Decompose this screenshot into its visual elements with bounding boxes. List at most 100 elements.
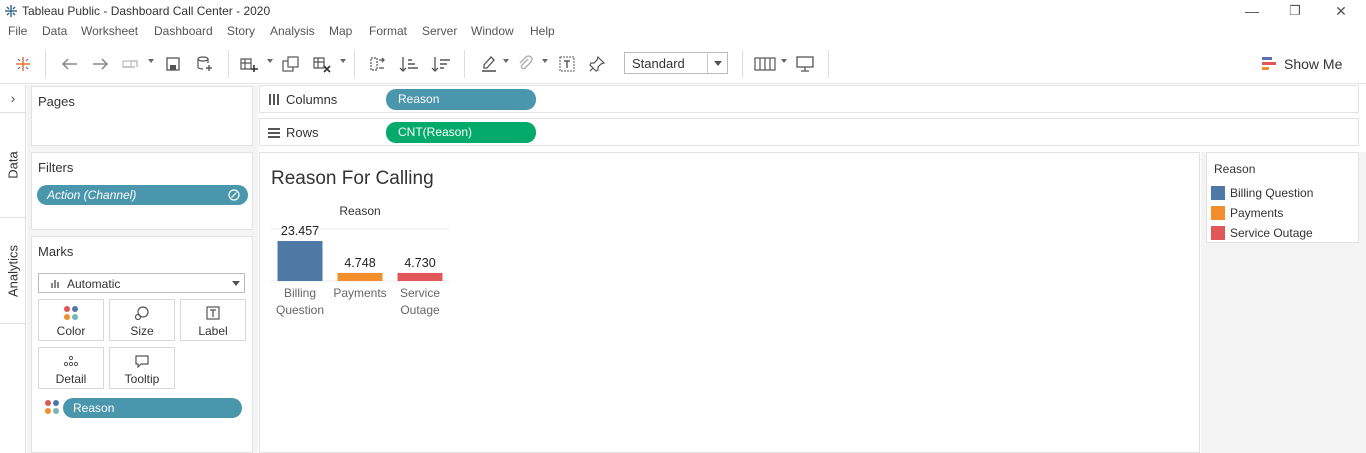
columns-pill[interactable]: Reason xyxy=(386,89,536,110)
group-dropdown-caret[interactable] xyxy=(542,59,548,63)
columns-label: Columns xyxy=(286,92,338,107)
legend-title: Reason xyxy=(1214,162,1256,176)
show-me-button[interactable]: Show Me xyxy=(1262,54,1342,74)
mark-type-select[interactable]: Automatic xyxy=(38,273,245,293)
left-panels: Pages Filters Action (Channel) Marks Aut… xyxy=(27,85,258,453)
menu-data[interactable]: Data xyxy=(42,24,67,38)
category-label: Service xyxy=(400,286,440,300)
redo-icon[interactable] xyxy=(90,54,112,74)
group-members-icon[interactable] xyxy=(514,54,536,74)
menu-story[interactable]: Story xyxy=(227,24,255,38)
category-label: Billing xyxy=(284,286,316,300)
link-icon xyxy=(228,189,240,201)
show-cards-dropdown-caret[interactable] xyxy=(781,59,787,63)
detail-card-label: Detail xyxy=(55,372,87,386)
clear-sheet-icon[interactable] xyxy=(311,54,333,74)
legend-item[interactable]: Service Outage xyxy=(1211,225,1313,241)
fix-axes-pin-icon[interactable] xyxy=(586,54,608,74)
highlight-dropdown-caret[interactable] xyxy=(503,59,509,63)
minimize-button[interactable]: — xyxy=(1238,2,1266,20)
new-data-source-icon[interactable] xyxy=(194,54,216,74)
category-label: Outage xyxy=(400,303,440,317)
color-card[interactable]: Color xyxy=(38,299,104,341)
bar[interactable] xyxy=(397,272,443,281)
toolbar-separator xyxy=(228,50,229,78)
pages-panel[interactable]: Pages xyxy=(31,86,253,146)
tab-analytics[interactable]: Analytics xyxy=(0,218,26,324)
toolbar-separator xyxy=(828,50,829,78)
pages-title: Pages xyxy=(38,94,75,109)
replay-dropdown-caret[interactable] xyxy=(148,59,154,63)
window-title: Tableau Public - Dashboard Call Center -… xyxy=(22,4,271,18)
rows-pill[interactable]: CNT(Reason) xyxy=(386,122,536,143)
new-worksheet-icon[interactable] xyxy=(238,54,260,74)
menu-help[interactable]: Help xyxy=(530,24,555,38)
menu-analysis[interactable]: Analysis xyxy=(270,24,315,38)
show-me-icon xyxy=(1262,57,1276,70)
save-icon[interactable] xyxy=(162,54,184,74)
rows-label: Rows xyxy=(286,125,319,140)
columns-icon xyxy=(269,94,279,105)
tableau-home-icon[interactable] xyxy=(12,54,34,74)
tab-data[interactable]: Data xyxy=(0,113,26,218)
legend-item[interactable]: Payments xyxy=(1211,205,1283,221)
tab-analytics-label: Analytics xyxy=(5,244,21,297)
legend-swatch xyxy=(1211,186,1225,200)
tableau-logo-icon xyxy=(5,5,17,17)
color-card-label: Color xyxy=(56,324,86,338)
duplicate-sheet-icon[interactable] xyxy=(280,54,302,74)
filters-panel[interactable]: Filters Action (Channel) xyxy=(31,152,253,230)
label-card[interactable]: Label xyxy=(180,299,246,341)
show-cards-icon[interactable] xyxy=(754,54,776,74)
highlight-icon[interactable] xyxy=(478,54,500,74)
sort-descending-icon[interactable] xyxy=(430,54,452,74)
fit-select[interactable]: Standard xyxy=(624,52,728,74)
menu-server[interactable]: Server xyxy=(422,24,457,38)
bar[interactable] xyxy=(277,241,323,281)
menu-worksheet[interactable]: Worksheet xyxy=(81,24,138,38)
color-icon xyxy=(64,306,78,320)
menu-format[interactable]: Format xyxy=(369,24,407,38)
columns-shelf[interactable]: Columns Reason xyxy=(259,85,1359,113)
side-tab-strip: › Data Analytics xyxy=(0,85,26,453)
close-button[interactable]: ✕ xyxy=(1327,2,1355,20)
label-card-label: Label xyxy=(198,324,228,338)
presentation-mode-icon[interactable] xyxy=(794,54,816,74)
legend-swatch xyxy=(1211,226,1225,240)
swap-rows-columns-icon[interactable] xyxy=(366,54,388,74)
new-worksheet-dropdown-caret[interactable] xyxy=(267,59,273,63)
menu-file[interactable]: File xyxy=(8,24,27,38)
tooltip-card-label: Tooltip xyxy=(124,372,160,386)
filter-pill-label: Action (Channel) xyxy=(47,188,137,202)
rows-shelf[interactable]: Rows CNT(Reason) xyxy=(259,118,1359,146)
bar-chart[interactable]: Reason 23.457 Billing Question 4.748 Payments… xyxy=(260,193,520,333)
legend-label: Service Outage xyxy=(1230,226,1313,240)
clear-sheet-dropdown-caret[interactable] xyxy=(340,59,346,63)
show-mark-labels-icon[interactable] xyxy=(556,54,578,74)
toolbar-separator xyxy=(464,50,465,78)
sheet-title: Reason For Calling xyxy=(271,168,434,189)
chevron-down-icon xyxy=(707,53,727,73)
size-card[interactable]: Size xyxy=(109,299,175,341)
detail-card[interactable]: Detail xyxy=(38,347,104,389)
expand-panel-button[interactable]: › xyxy=(0,85,26,113)
sort-ascending-icon[interactable] xyxy=(398,54,420,74)
menu-dashboard[interactable]: Dashboard xyxy=(154,24,213,38)
view-canvas[interactable]: Reason For Calling Reason 23.457 Billing Qu… xyxy=(259,152,1200,453)
tooltip-card[interactable]: Tooltip xyxy=(109,347,175,389)
bar-chart-icon xyxy=(51,280,59,288)
size-icon xyxy=(134,306,149,320)
restore-button[interactable]: ❐ xyxy=(1281,2,1309,20)
label-icon xyxy=(206,306,220,320)
fit-select-value: Standard xyxy=(632,56,685,71)
color-field-pill[interactable]: Reason xyxy=(63,398,242,418)
bar[interactable] xyxy=(337,272,383,281)
replay-animation-icon[interactable] xyxy=(120,54,142,74)
undo-icon[interactable] xyxy=(58,54,80,74)
data-label: 4.730 xyxy=(404,256,435,270)
menu-map[interactable]: Map xyxy=(329,24,352,38)
data-label: 23.457 xyxy=(281,224,319,238)
legend-item[interactable]: Billing Question xyxy=(1211,185,1313,201)
filter-pill[interactable]: Action (Channel) xyxy=(37,185,248,205)
menu-window[interactable]: Window xyxy=(471,24,514,38)
